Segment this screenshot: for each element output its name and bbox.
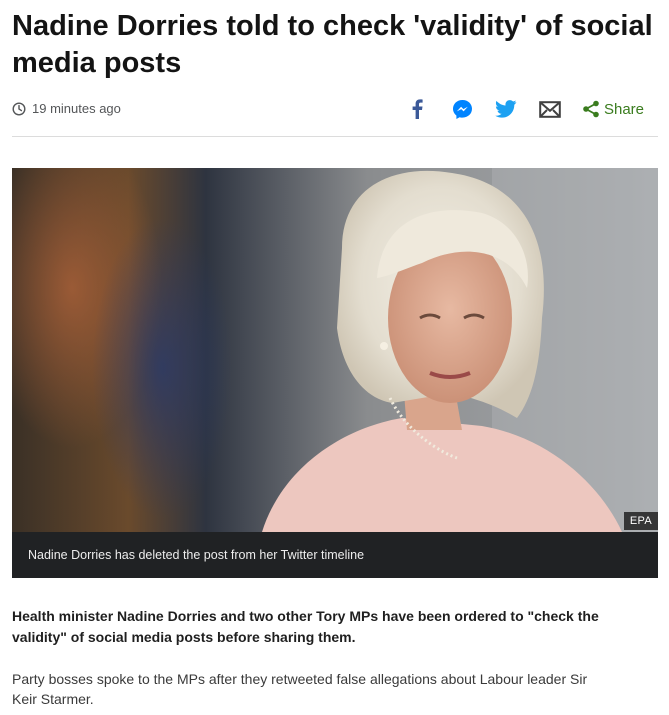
twitter-icon[interactable] [495,98,517,120]
article-figure: EPA Nadine Dorries has deleted the post … [12,168,658,578]
clock-icon [12,101,26,116]
facebook-icon[interactable] [406,98,428,120]
image-credit: EPA [623,512,658,530]
article-meta: 19 minutes ago Share [12,94,658,126]
image-caption-bar: Nadine Dorries has deleted the post from… [12,532,658,578]
share-label: Share [603,100,644,118]
timestamp-text: 19 minutes ago [32,101,121,116]
messenger-icon[interactable] [452,98,474,120]
share-icon [583,100,599,118]
article-intro: Health minister Nadine Dorries and two o… [12,608,599,645]
email-icon[interactable] [539,98,561,120]
share-button[interactable]: Share [582,100,644,118]
article-headline: Nadine Dorries told to check 'validity' … [12,10,653,79]
article-paragraph: Party bosses spoke to the MPs after they… [12,671,588,707]
timestamp: 19 minutes ago [12,101,121,116]
divider [12,136,658,137]
share-toolbar: Share [406,98,644,120]
article-photo [12,168,658,532]
image-caption: Nadine Dorries has deleted the post from… [28,548,365,562]
